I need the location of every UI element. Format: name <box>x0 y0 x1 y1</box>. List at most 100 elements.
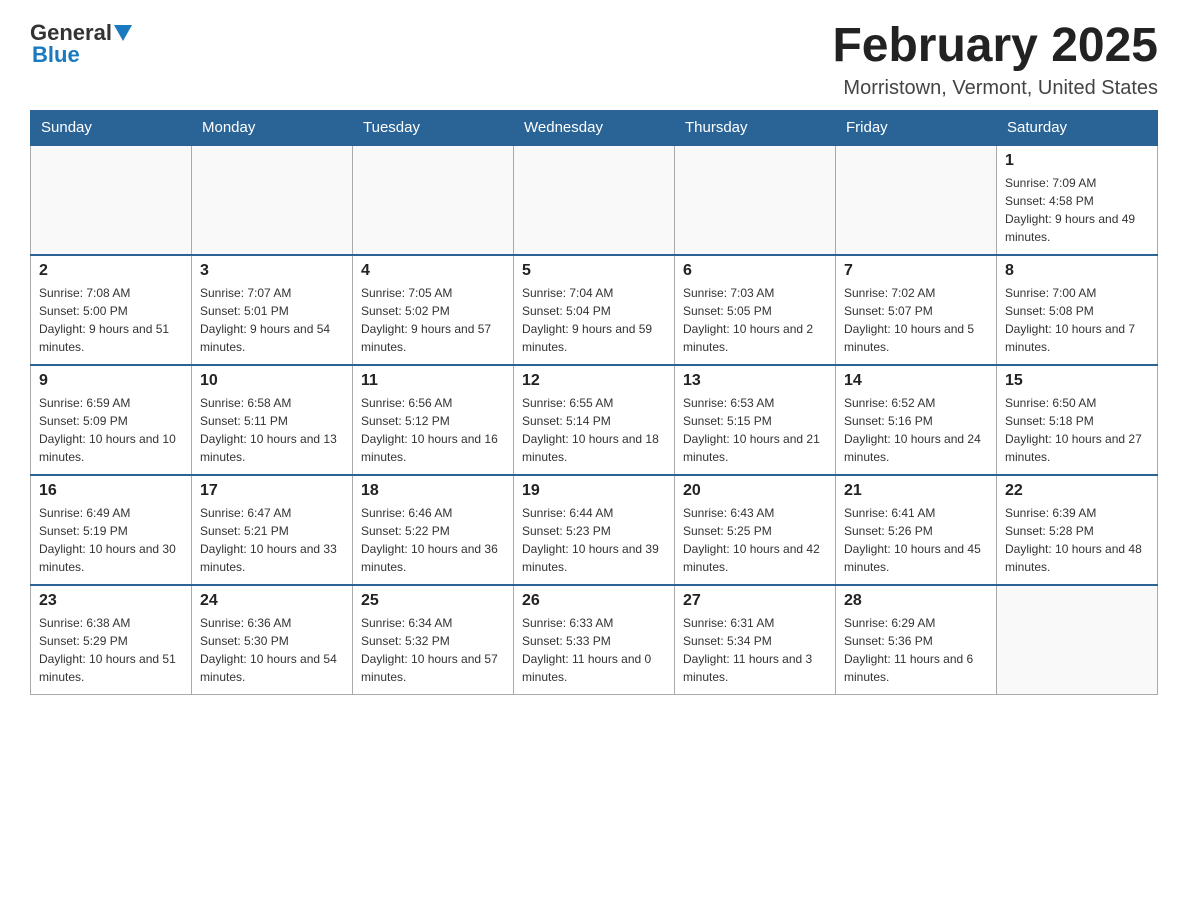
calendar-cell: 7 Sunrise: 7:02 AM Sunset: 5:07 PM Daylig… <box>836 255 997 365</box>
calendar-cell: 4Sunrise: 7:05 AM Sunset: 5:02 PM Daylig… <box>353 255 514 365</box>
day-number: 5 <box>522 262 666 280</box>
day-number: 19 <box>522 482 666 500</box>
day-number: 3 <box>200 262 344 280</box>
day-number: 6 <box>683 262 827 280</box>
day-info: Sunrise: 6:55 AM Sunset: 5:14 PM Dayligh… <box>522 394 666 466</box>
day-info: Sunrise: 7:04 AM Sunset: 5:04 PM Dayligh… <box>522 284 666 356</box>
calendar-week-row: 2 Sunrise: 7:08 AM Sunset: 5:00 PM Daylig… <box>31 255 1158 365</box>
calendar-cell: 25 Sunrise: 6:34 AM Sunset: 5:32 PM Dayli… <box>353 585 514 695</box>
day-number: 11 <box>361 372 505 390</box>
calendar-cell: 28 Sunrise: 6:29 AM Sunset: 5:36 PM Dayli… <box>836 585 997 695</box>
day-info: Sunrise: 6:43 AM Sunset: 5:25 PM Dayligh… <box>683 504 827 576</box>
day-number: 20 <box>683 482 827 500</box>
calendar-cell: 10 Sunrise: 6:58 AM Sunset: 5:11 PM Dayli… <box>192 365 353 475</box>
weekday-header: Saturday <box>997 110 1158 145</box>
location-title: Morristown, Vermont, United States <box>832 77 1158 100</box>
day-number: 10 <box>200 372 344 390</box>
day-number: 21 <box>844 482 988 500</box>
month-title: February 2025 <box>832 20 1158 73</box>
logo-triangle-icon <box>114 25 132 43</box>
page-header: General Blue February 2025 Morristown, V… <box>30 20 1158 100</box>
calendar-cell: 22 Sunrise: 6:39 AM Sunset: 5:28 PM Dayli… <box>997 475 1158 585</box>
day-number: 4 <box>361 262 505 280</box>
calendar-week-row: 1Sunrise: 7:09 AM Sunset: 4:58 PM Daylig… <box>31 145 1158 255</box>
day-number: 17 <box>200 482 344 500</box>
day-info: Sunrise: 7:09 AM Sunset: 4:58 PM Dayligh… <box>1005 174 1149 246</box>
day-info: Sunrise: 6:56 AM Sunset: 5:12 PM Dayligh… <box>361 394 505 466</box>
day-number: 12 <box>522 372 666 390</box>
calendar-cell: 21 Sunrise: 6:41 AM Sunset: 5:26 PM Dayli… <box>836 475 997 585</box>
day-number: 28 <box>844 592 988 610</box>
calendar-cell: 20 Sunrise: 6:43 AM Sunset: 5:25 PM Dayli… <box>675 475 836 585</box>
calendar-cell: 12 Sunrise: 6:55 AM Sunset: 5:14 PM Dayli… <box>514 365 675 475</box>
day-info: Sunrise: 7:08 AM Sunset: 5:00 PM Dayligh… <box>39 284 183 356</box>
calendar-week-row: 9 Sunrise: 6:59 AM Sunset: 5:09 PM Daylig… <box>31 365 1158 475</box>
calendar-cell: 14Sunrise: 6:52 AM Sunset: 5:16 PM Dayli… <box>836 365 997 475</box>
calendar-cell <box>31 145 192 255</box>
day-info: Sunrise: 7:02 AM Sunset: 5:07 PM Dayligh… <box>844 284 988 356</box>
day-info: Sunrise: 6:31 AM Sunset: 5:34 PM Dayligh… <box>683 614 827 686</box>
day-number: 24 <box>200 592 344 610</box>
calendar-cell <box>675 145 836 255</box>
day-number: 7 <box>844 262 988 280</box>
day-number: 2 <box>39 262 183 280</box>
calendar-week-row: 23 Sunrise: 6:38 AM Sunset: 5:29 PM Dayli… <box>31 585 1158 695</box>
calendar-cell: 15 Sunrise: 6:50 AM Sunset: 5:18 PM Dayli… <box>997 365 1158 475</box>
day-info: Sunrise: 6:29 AM Sunset: 5:36 PM Dayligh… <box>844 614 988 686</box>
day-number: 13 <box>683 372 827 390</box>
day-number: 23 <box>39 592 183 610</box>
logo: General Blue <box>30 20 132 68</box>
day-info: Sunrise: 6:38 AM Sunset: 5:29 PM Dayligh… <box>39 614 183 686</box>
calendar-cell: 8Sunrise: 7:00 AM Sunset: 5:08 PM Daylig… <box>997 255 1158 365</box>
calendar-cell <box>192 145 353 255</box>
calendar-cell: 27 Sunrise: 6:31 AM Sunset: 5:34 PM Dayli… <box>675 585 836 695</box>
calendar-cell: 5 Sunrise: 7:04 AM Sunset: 5:04 PM Daylig… <box>514 255 675 365</box>
day-info: Sunrise: 6:59 AM Sunset: 5:09 PM Dayligh… <box>39 394 183 466</box>
calendar-table: SundayMondayTuesdayWednesdayThursdayFrid… <box>30 110 1158 696</box>
day-number: 27 <box>683 592 827 610</box>
day-info: Sunrise: 6:34 AM Sunset: 5:32 PM Dayligh… <box>361 614 505 686</box>
calendar-cell: 23 Sunrise: 6:38 AM Sunset: 5:29 PM Dayli… <box>31 585 192 695</box>
day-info: Sunrise: 6:44 AM Sunset: 5:23 PM Dayligh… <box>522 504 666 576</box>
day-info: Sunrise: 6:41 AM Sunset: 5:26 PM Dayligh… <box>844 504 988 576</box>
calendar-cell: 19 Sunrise: 6:44 AM Sunset: 5:23 PM Dayli… <box>514 475 675 585</box>
calendar-cell: 13 Sunrise: 6:53 AM Sunset: 5:15 PM Dayli… <box>675 365 836 475</box>
day-number: 16 <box>39 482 183 500</box>
day-info: Sunrise: 6:52 AM Sunset: 5:16 PM Dayligh… <box>844 394 988 466</box>
day-number: 25 <box>361 592 505 610</box>
day-info: Sunrise: 6:49 AM Sunset: 5:19 PM Dayligh… <box>39 504 183 576</box>
day-number: 26 <box>522 592 666 610</box>
day-info: Sunrise: 6:33 AM Sunset: 5:33 PM Dayligh… <box>522 614 666 686</box>
calendar-week-row: 16 Sunrise: 6:49 AM Sunset: 5:19 PM Dayli… <box>31 475 1158 585</box>
calendar-cell <box>353 145 514 255</box>
day-info: Sunrise: 6:53 AM Sunset: 5:15 PM Dayligh… <box>683 394 827 466</box>
day-info: Sunrise: 6:50 AM Sunset: 5:18 PM Dayligh… <box>1005 394 1149 466</box>
day-number: 9 <box>39 372 183 390</box>
title-block: February 2025 Morristown, Vermont, Unite… <box>832 20 1158 100</box>
weekday-header: Thursday <box>675 110 836 145</box>
calendar-cell: 18Sunrise: 6:46 AM Sunset: 5:22 PM Dayli… <box>353 475 514 585</box>
weekday-header: Wednesday <box>514 110 675 145</box>
day-info: Sunrise: 7:07 AM Sunset: 5:01 PM Dayligh… <box>200 284 344 356</box>
calendar-cell <box>514 145 675 255</box>
calendar-cell: 11 Sunrise: 6:56 AM Sunset: 5:12 PM Dayli… <box>353 365 514 475</box>
calendar-cell: 6Sunrise: 7:03 AM Sunset: 5:05 PM Daylig… <box>675 255 836 365</box>
calendar-cell: 3 Sunrise: 7:07 AM Sunset: 5:01 PM Daylig… <box>192 255 353 365</box>
calendar-cell: 17 Sunrise: 6:47 AM Sunset: 5:21 PM Dayli… <box>192 475 353 585</box>
calendar-cell: 9 Sunrise: 6:59 AM Sunset: 5:09 PM Daylig… <box>31 365 192 475</box>
calendar-cell: 1Sunrise: 7:09 AM Sunset: 4:58 PM Daylig… <box>997 145 1158 255</box>
day-info: Sunrise: 6:58 AM Sunset: 5:11 PM Dayligh… <box>200 394 344 466</box>
calendar-cell: 2 Sunrise: 7:08 AM Sunset: 5:00 PM Daylig… <box>31 255 192 365</box>
weekday-header: Friday <box>836 110 997 145</box>
calendar-cell: 16 Sunrise: 6:49 AM Sunset: 5:19 PM Dayli… <box>31 475 192 585</box>
weekday-header: Monday <box>192 110 353 145</box>
day-number: 22 <box>1005 482 1149 500</box>
day-number: 18 <box>361 482 505 500</box>
calendar-cell: 26 Sunrise: 6:33 AM Sunset: 5:33 PM Dayli… <box>514 585 675 695</box>
weekday-header: Tuesday <box>353 110 514 145</box>
day-number: 15 <box>1005 372 1149 390</box>
day-info: Sunrise: 6:39 AM Sunset: 5:28 PM Dayligh… <box>1005 504 1149 576</box>
day-info: Sunrise: 6:47 AM Sunset: 5:21 PM Dayligh… <box>200 504 344 576</box>
logo-blue-text: Blue <box>32 42 132 68</box>
weekday-header: Sunday <box>31 110 192 145</box>
